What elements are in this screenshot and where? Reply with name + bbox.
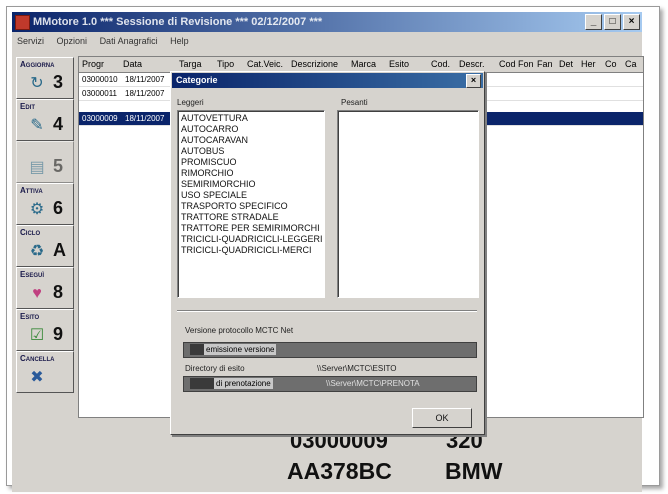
list-item[interactable]: TRATTORE STRADALE [178, 212, 324, 223]
dir-prenotazione-field[interactable]: di prenotazione \\Server\MCTC\PRENOTA [183, 376, 477, 392]
list-item[interactable]: SEMIRIMORCHIO [178, 179, 324, 190]
edit-key: 4 [53, 114, 64, 134]
protocol-version-label: Versione protocollo MCTC Net [185, 326, 294, 335]
row-progr: 03000010 [82, 75, 118, 84]
field-handle [190, 378, 214, 389]
leggeri-label: Leggeri [177, 98, 204, 107]
esito-button[interactable]: Esito ☑ 9 [16, 309, 74, 351]
aggiorna-label: Aggiorna [20, 60, 55, 69]
col-catveic[interactable]: Cat.Veic. [247, 59, 283, 69]
aggiorna-key: 3 [53, 72, 64, 92]
col-codfon[interactable]: Cod Fon [499, 59, 534, 69]
dir-prenotazione-value: \\Server\MCTC\PRENOTA [326, 379, 420, 388]
result-icon: ☑ [29, 327, 45, 344]
list-item[interactable]: USO SPECIALE [178, 190, 324, 201]
row-progr: 03000011 [82, 89, 117, 98]
refresh-icon: ↻ [30, 75, 44, 92]
attiva-label: Attiva [20, 186, 43, 195]
menu-help[interactable]: Help [165, 33, 194, 46]
dialog-close-button[interactable]: × [466, 74, 481, 88]
dir-esito-value: \\Server\MCTC\ESITO [317, 364, 397, 373]
esito-label: Esito [20, 312, 40, 321]
cancella-button[interactable]: Cancella ✖ [16, 351, 74, 393]
menu-bar: Servizi Opzioni Dati Anagrafici Help [12, 33, 642, 50]
close-button[interactable]: × [623, 14, 640, 30]
run-icon: ♥ [32, 285, 42, 302]
list-item[interactable]: PROMISCUO [178, 157, 324, 168]
col-ca[interactable]: Ca [625, 59, 637, 69]
col-her[interactable]: Her [581, 59, 596, 69]
col-esito[interactable]: Esito [389, 59, 409, 69]
disabled-key: 5 [53, 156, 64, 176]
list-item[interactable]: AUTOCARAVAN [178, 135, 324, 146]
ciclo-key: A [53, 240, 66, 260]
disabled-button[interactable]: ▤ 5 [16, 141, 74, 183]
list-item[interactable]: TRATTORE PER SEMIRIMORCHI [178, 223, 324, 234]
col-progr[interactable]: Progr [82, 59, 104, 69]
pesanti-label: Pesanti [341, 98, 368, 107]
ciclo-button[interactable]: Ciclo ♻ A [16, 225, 74, 267]
col-targa[interactable]: Targa [179, 59, 202, 69]
list-item[interactable]: AUTOBUS [178, 146, 324, 157]
window-title: MMotore 1.0 *** Sessione di Revisione **… [33, 16, 323, 28]
leggeri-listbox[interactable]: AUTOVETTURA AUTOCARRO AUTOCARAVAN AUTOBU… [177, 110, 325, 298]
list-item[interactable]: RIMORCHIO [178, 168, 324, 179]
col-co[interactable]: Co [605, 59, 617, 69]
esito-key: 9 [53, 324, 64, 344]
activate-icon: ⚙ [29, 201, 45, 218]
emission-version-field[interactable]: emissione versione [183, 342, 477, 358]
esegui-label: Eseguì [20, 270, 45, 279]
row-date: 18/11/2007 [125, 89, 165, 98]
ciclo-label: Ciclo [20, 228, 41, 237]
document-icon: ▤ [29, 159, 45, 176]
divider [177, 310, 477, 312]
side-toolbar: Aggiorna ↻ 3 Edit ✎ 4 ▤ 5 Attiva ⚙ 6 Cic… [16, 57, 74, 412]
list-item[interactable]: TRASPORTO SPECIFICO [178, 201, 324, 212]
row-date: 18/11/2007 [125, 75, 165, 84]
cycle-icon: ♻ [29, 243, 45, 260]
row-progr: 03000009 [82, 114, 118, 123]
attiva-button[interactable]: Attiva ⚙ 6 [16, 183, 74, 225]
minimize-button[interactable]: _ [585, 14, 602, 30]
app-icon [15, 15, 30, 30]
col-marca[interactable]: Marca [351, 59, 376, 69]
field-handle [190, 344, 204, 355]
edit-label: Edit [20, 102, 36, 111]
col-cod[interactable]: Cod. [431, 59, 450, 69]
attiva-key: 6 [53, 198, 64, 218]
col-data[interactable]: Data [123, 59, 142, 69]
ok-button[interactable]: OK [412, 408, 472, 428]
row-date: 18/11/2007 [125, 114, 165, 123]
list-item[interactable]: AUTOVETTURA [178, 113, 324, 124]
aggiorna-button[interactable]: Aggiorna ↻ 3 [16, 57, 74, 99]
cancella-label: Cancella [20, 354, 55, 363]
dir-esito-label: Directory di esito [185, 364, 245, 373]
dialog-title: Categorie [176, 75, 218, 85]
dir-prenotazione-label: di prenotazione [214, 378, 273, 389]
plate-number: AA378BC [287, 458, 392, 484]
col-det[interactable]: Det [559, 59, 573, 69]
dialog-title-bar: Categorie × [172, 73, 483, 88]
list-item[interactable]: TRICICLI-QUADRICICLI-MERCI [178, 245, 324, 256]
col-tipo[interactable]: Tipo [217, 59, 234, 69]
esegui-button[interactable]: Eseguì ♥ 8 [16, 267, 74, 309]
menu-dati-anagrafici[interactable]: Dati Anagrafici [95, 33, 163, 46]
menu-opzioni[interactable]: Opzioni [52, 33, 93, 46]
title-bar: MMotore 1.0 *** Sessione di Revisione **… [12, 12, 642, 32]
list-item[interactable]: TRICICLI-QUADRICICLI-LEGGERI [178, 234, 324, 245]
edit-button[interactable]: Edit ✎ 4 [16, 99, 74, 141]
menu-servizi[interactable]: Servizi [12, 33, 49, 46]
vehicle-brand: BMW [445, 458, 503, 484]
col-fan[interactable]: Fan [537, 59, 553, 69]
col-descrizione[interactable]: Descrizione [291, 59, 338, 69]
emission-version-label: emissione versione [204, 344, 277, 355]
maximize-button[interactable]: □ [604, 14, 621, 30]
pesanti-listbox[interactable] [337, 110, 479, 298]
categorie-dialog: Categorie × Leggeri Pesanti AUTOVETTURA … [170, 71, 485, 435]
esegui-key: 8 [53, 282, 64, 302]
pencil-icon: ✎ [30, 117, 44, 134]
list-item[interactable]: AUTOCARRO [178, 124, 324, 135]
col-descr[interactable]: Descr. [459, 59, 485, 69]
trash-icon: ✖ [30, 369, 44, 386]
